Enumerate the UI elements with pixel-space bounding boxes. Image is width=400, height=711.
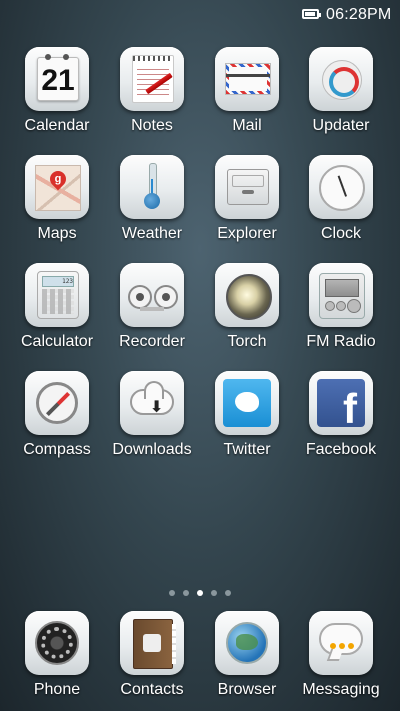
file-drawer-icon [215,155,279,219]
maps-badge: g [54,173,62,185]
battery-full-icon [302,9,321,19]
app-label: Twitter [223,441,271,458]
app-compass[interactable]: Compass [10,371,104,459]
app-label: Clock [320,225,361,242]
app-updater[interactable]: Updater [294,47,388,135]
app-label: Torch [227,333,267,350]
dock: Phone Contacts Browser Messaging [0,609,400,711]
calculator-display: 123 [42,276,74,287]
app-maps[interactable]: g Maps [10,155,104,243]
app-label: Updater [312,117,370,134]
app-label: Mail [232,117,262,134]
app-torch[interactable]: Torch [200,263,294,351]
dock-messaging[interactable]: Messaging [294,611,388,699]
notepad-icon [120,47,184,111]
compass-icon [25,371,89,435]
calendar-day: 21 [41,64,75,97]
page-indicator[interactable] [0,583,400,601]
app-label: Browser [217,681,277,698]
page-dot[interactable] [225,590,231,596]
address-book-icon [120,611,184,675]
app-mail[interactable]: Mail [200,47,294,135]
app-label: Messaging [302,681,380,698]
radio-icon [309,263,373,327]
app-label: Facebook [305,441,377,458]
page-dot[interactable] [169,590,175,596]
app-label: Maps [37,225,77,242]
app-label: Downloads [112,441,192,458]
status-time: 06:28PM [326,6,392,23]
app-label: Calendar [24,117,90,134]
app-label: Explorer [217,225,277,242]
app-explorer[interactable]: Explorer [200,155,294,243]
app-label: Contacts [120,681,184,698]
dock-browser[interactable]: Browser [200,611,294,699]
page-dot-active[interactable] [197,590,203,596]
envelope-icon [215,47,279,111]
twitter-bird-icon [215,371,279,435]
app-fm-radio[interactable]: FM Radio [294,263,388,351]
thermometer-icon [120,155,184,219]
app-label: Calculator [20,333,94,350]
app-label: Phone [33,681,81,698]
app-label: FM Radio [306,333,376,350]
tape-recorder-icon [120,263,184,327]
facebook-glyph: f [343,385,357,432]
status-bar: 06:28PM [0,0,400,30]
map-pin-icon: g [25,155,89,219]
app-label: Compass [23,441,91,458]
app-notes[interactable]: Notes [105,47,199,135]
calendar-icon: 21 [25,47,89,111]
dock-phone[interactable]: Phone [10,611,104,699]
cloud-download-icon: ⬇ [120,371,184,435]
app-label: Notes [131,117,173,134]
flashlight-icon [215,263,279,327]
app-calendar[interactable]: 21 Calendar [10,47,104,135]
refresh-icon [309,47,373,111]
dock-contacts[interactable]: Contacts [105,611,199,699]
app-downloads[interactable]: ⬇ Downloads [105,371,199,459]
rotary-phone-icon [25,611,89,675]
app-clock[interactable]: Clock [294,155,388,243]
app-label: Recorder [119,333,185,350]
globe-icon [215,611,279,675]
app-label: Weather [121,225,183,242]
app-calculator[interactable]: 123 Calculator [10,263,104,351]
page-dot[interactable] [211,590,217,596]
app-weather[interactable]: Weather [105,155,199,243]
page-dot[interactable] [183,590,189,596]
chat-bubble-icon [309,611,373,675]
app-facebook[interactable]: f Facebook [294,371,388,459]
app-recorder[interactable]: Recorder [105,263,199,351]
app-twitter[interactable]: Twitter [200,371,294,459]
clock-icon [309,155,373,219]
calculator-icon: 123 [25,263,89,327]
facebook-f-icon: f [309,371,373,435]
